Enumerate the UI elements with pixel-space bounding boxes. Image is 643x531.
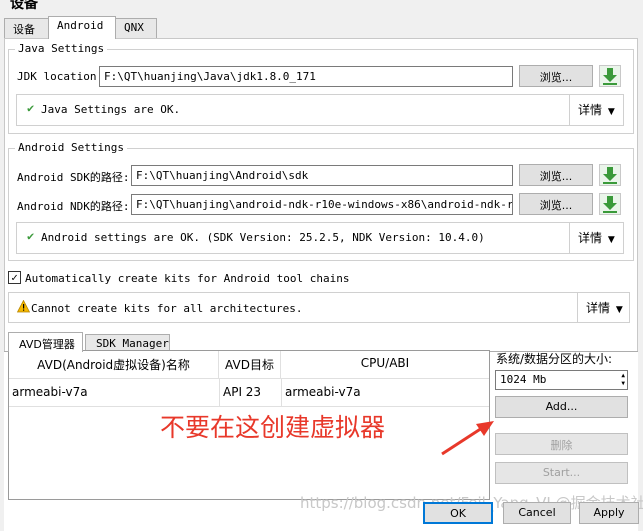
avd-target-cell: API 23: [219, 379, 281, 407]
auto-create-kits-checkbox[interactable]: ✓: [8, 271, 21, 284]
android-status-box: ✔ Android settings are OK. (SDK Version:…: [16, 222, 624, 254]
sdk-path-field[interactable]: F:\QT\huanjing\Android\sdk: [131, 165, 513, 186]
jdk-location-field[interactable]: F:\QT\huanjing\Java\jdk1.8.0_171: [99, 66, 513, 87]
ndk-path-label: Android NDK的路径:: [17, 200, 130, 213]
column-header-avd-name[interactable]: AVD(Android虚拟设备)名称: [9, 351, 219, 379]
tab-devices[interactable]: 设备: [4, 18, 49, 38]
apply-button[interactable]: Apply: [579, 502, 639, 524]
kits-details-label: 详情: [586, 301, 611, 315]
java-status-text: Java Settings are OK.: [41, 103, 181, 116]
jdk-download-button[interactable]: [599, 65, 621, 87]
check-icon: ✔: [27, 101, 35, 115]
java-details-label: 详情: [578, 103, 603, 117]
download-arrow-icon: [603, 68, 617, 85]
tab-qnx[interactable]: QNX: [115, 18, 157, 38]
annotation-arrow-icon: [441, 421, 494, 456]
dropdown-arrow-icon: ▼: [607, 107, 615, 117]
java-status-box: ✔ Java Settings are OK. 详情 ▼: [16, 94, 624, 126]
sdk-browse-button[interactable]: 浏览...: [519, 164, 593, 186]
add-avd-button[interactable]: Add...: [495, 396, 628, 418]
checkmark-icon: ✓: [11, 271, 18, 284]
column-header-avd-target[interactable]: AVD目标: [219, 351, 281, 379]
avd-name-cell: armeabi-v7a: [12, 385, 88, 399]
android-details-button[interactable]: 详情 ▼: [569, 223, 624, 253]
cancel-button[interactable]: Cancel: [503, 502, 571, 524]
tab-android[interactable]: Android: [48, 16, 116, 39]
partition-size-value: 1024 Mb: [500, 373, 547, 386]
column-header-cpu-abi[interactable]: CPU/ABI: [281, 351, 489, 379]
warning-icon: [16, 299, 31, 316]
table-row[interactable]: armeabi-v7a API 23 armeabi-v7a: [9, 379, 489, 407]
java-details-button[interactable]: 详情 ▼: [569, 95, 624, 125]
start-avd-button[interactable]: Start...: [495, 462, 628, 484]
sdk-path-label: Android SDK的路径:: [17, 171, 130, 184]
cpu-abi-cell: armeabi-v7a: [281, 379, 489, 407]
ndk-browse-button[interactable]: 浏览...: [519, 193, 593, 215]
jdk-browse-button[interactable]: 浏览...: [519, 65, 593, 87]
ndk-download-button[interactable]: [599, 193, 621, 215]
android-settings-title: Android Settings: [15, 141, 127, 154]
dropdown-arrow-icon: ▼: [615, 305, 623, 315]
tab-avd-manager[interactable]: AVD管理器: [8, 332, 83, 352]
check-icon: ✔: [27, 229, 35, 243]
delete-avd-button[interactable]: 删除: [495, 433, 628, 455]
dropdown-arrow-icon: ▼: [607, 235, 615, 245]
annotation-text: 不要在这创建虚拟器: [160, 413, 386, 442]
jdk-location-label: JDK location:: [17, 70, 104, 83]
java-settings-title: Java Settings: [15, 42, 108, 55]
sdk-download-button[interactable]: [599, 164, 621, 186]
window-title: 设备: [10, 0, 38, 12]
download-arrow-icon: [603, 196, 617, 213]
kits-warning-box: Cannot create kits for all architectures…: [8, 292, 630, 323]
android-status-text: Android settings are OK. (SDK Version: 2…: [41, 231, 485, 244]
kits-warning-text: Cannot create kits for all architectures…: [31, 302, 303, 315]
kits-details-button[interactable]: 详情 ▼: [577, 293, 630, 322]
ok-button[interactable]: OK: [423, 502, 493, 524]
partition-size-spinbox[interactable]: 1024 Mb ▲ ▼: [495, 370, 628, 390]
download-arrow-icon: [603, 167, 617, 184]
auto-create-kits-label: Automatically create kits for Android to…: [25, 272, 350, 285]
spin-arrows-icon[interactable]: ▲ ▼: [621, 372, 625, 388]
android-details-label: 详情: [578, 231, 603, 245]
partition-size-label: 系统/数据分区的大小:: [496, 352, 613, 366]
ndk-path-field[interactable]: F:\QT\huanjing\android-ndk-r10e-windows-…: [131, 194, 513, 215]
